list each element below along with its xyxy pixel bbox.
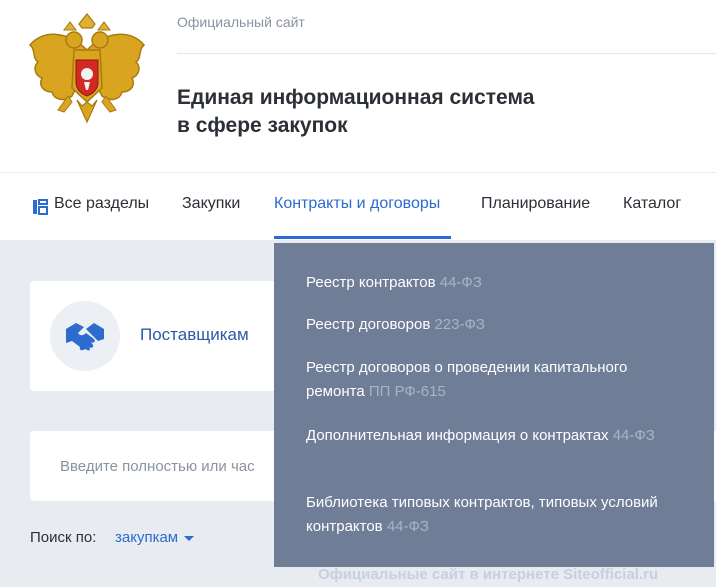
menu-item-law: ПП РФ-615 [368, 383, 446, 400]
menu-item-agreement-registry[interactable]: Реестр договоров 223-ФЗ [306, 313, 686, 337]
nav-item-catalog[interactable]: Каталог [623, 195, 681, 213]
menu-item-text: Дополнительная информация о контрактах [306, 427, 613, 444]
search-by-dropdown[interactable]: закупкам [115, 529, 195, 546]
nav-item-all-sections[interactable]: Все разделы [54, 195, 149, 213]
menu-item-text: Библиотека типовых контрактов, типовых у… [306, 494, 658, 535]
menu-item-text: Реестр договоров о проведении капитально… [306, 359, 628, 400]
handshake-icon [66, 323, 104, 351]
search-box[interactable]: Введите полностью или час [30, 431, 280, 501]
search-input-placeholder: Введите полностью или час [60, 458, 255, 475]
watermark: Официальные сайт в интернете Siteofficia… [318, 566, 659, 583]
menu-item-additional-info[interactable]: Дополнительная информация о контрактах 4… [306, 424, 686, 448]
site-header: Официальный сайт Единая информационная с… [0, 0, 716, 172]
nav-item-planning[interactable]: Планирование [481, 195, 590, 213]
suppliers-card[interactable]: Поставщикам [30, 281, 280, 391]
menu-item-text: Реестр контрактов [306, 274, 440, 291]
menu-item-law: 44-ФЗ [386, 518, 429, 535]
menu-item-capital-repair-registry[interactable]: Реестр договоров о проведении капитально… [306, 356, 686, 404]
search-by-label: Поиск по: [30, 529, 97, 546]
menu-item-text: Реестр договоров [306, 316, 435, 333]
official-site-label: Официальный сайт [177, 14, 305, 30]
header-divider [177, 53, 716, 54]
nav-active-underline [274, 236, 451, 239]
menu-item-template-library[interactable]: Библиотека типовых контрактов, типовых у… [306, 491, 686, 539]
main-nav: Все разделы Закупки Контракты и договоры… [0, 172, 716, 240]
menu-item-law: 223-ФЗ [434, 316, 485, 333]
site-title-line1: Единая информационная система [177, 86, 535, 109]
menu-item-law: 44-ФЗ [439, 274, 482, 291]
site-title[interactable]: Единая информационная система в сфере за… [177, 84, 597, 140]
suppliers-label: Поставщикам [140, 325, 249, 344]
menu-item-contract-registry[interactable]: Реестр контрактов 44-ФЗ [306, 271, 686, 295]
chevron-down-icon [184, 535, 195, 541]
menu-item-law: 44-ФЗ [612, 427, 655, 444]
search-by-value: закупкам [115, 529, 179, 546]
contracts-dropdown-menu: Реестр контрактов 44-ФЗ Реестр договоров… [274, 243, 714, 567]
nav-item-purchases[interactable]: Закупки [182, 195, 240, 213]
sections-icon[interactable] [32, 199, 48, 215]
site-title-line2: в сфере закупок [177, 114, 348, 137]
coat-of-arms-icon[interactable] [22, 10, 152, 140]
suppliers-icon-circle [50, 301, 120, 371]
nav-item-contracts[interactable]: Контракты и договоры [274, 195, 440, 213]
